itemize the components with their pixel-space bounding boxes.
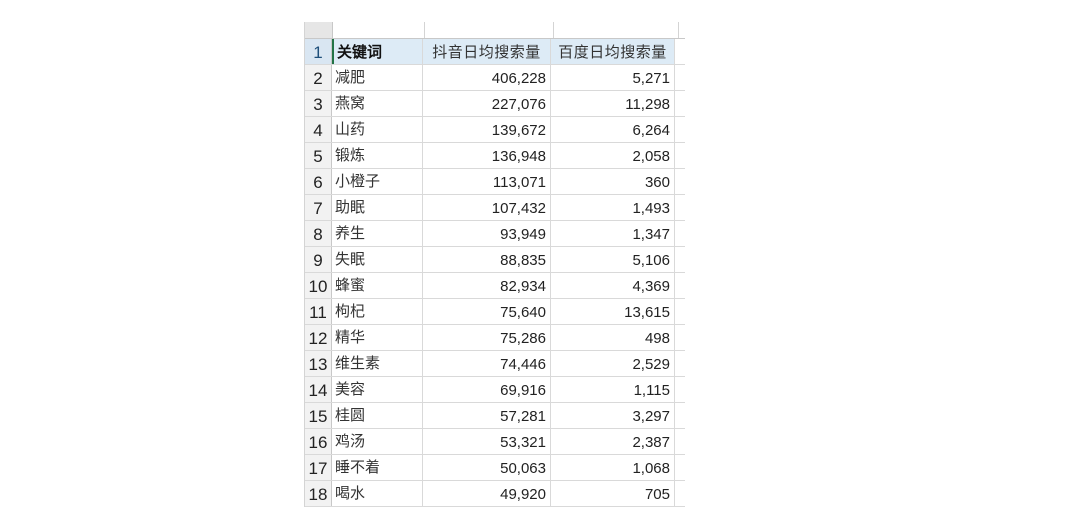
- column-header-c[interactable]: [554, 22, 679, 38]
- keyword-cell[interactable]: 维生素: [332, 351, 423, 376]
- table-row: 5 锻炼 136,948 2,058: [305, 143, 685, 169]
- douyin-volume-cell[interactable]: 113,071: [423, 169, 551, 194]
- baidu-volume-cell[interactable]: 498: [551, 325, 675, 350]
- baidu-volume-cell[interactable]: 5,106: [551, 247, 675, 272]
- keyword-cell[interactable]: 枸杞: [332, 299, 423, 324]
- row-number[interactable]: 3: [305, 91, 332, 116]
- douyin-volume-cell[interactable]: 74,446: [423, 351, 551, 376]
- keyword-cell[interactable]: 喝水: [332, 481, 423, 506]
- baidu-volume-cell[interactable]: 2,387: [551, 429, 675, 454]
- column-header-b[interactable]: [425, 22, 554, 38]
- keyword-cell[interactable]: 减肥: [332, 65, 423, 90]
- keyword-cell[interactable]: 养生: [332, 221, 423, 246]
- table-row: 16 鸡汤 53,321 2,387: [305, 429, 685, 455]
- baidu-volume-cell[interactable]: 1,068: [551, 455, 675, 480]
- row-number[interactable]: 5: [305, 143, 332, 168]
- row-number[interactable]: 9: [305, 247, 332, 272]
- header-cell-douyin[interactable]: 抖音日均搜索量: [423, 39, 551, 64]
- keyword-cell[interactable]: 小橙子: [332, 169, 423, 194]
- keyword-cell[interactable]: 助眠: [332, 195, 423, 220]
- row-number[interactable]: 12: [305, 325, 332, 350]
- table-row: 9 失眠 88,835 5,106: [305, 247, 685, 273]
- douyin-volume-cell[interactable]: 75,640: [423, 299, 551, 324]
- table-row: 7 助眠 107,432 1,493: [305, 195, 685, 221]
- douyin-volume-cell[interactable]: 139,672: [423, 117, 551, 142]
- keyword-cell[interactable]: 失眠: [332, 247, 423, 272]
- select-all-corner[interactable]: [305, 22, 333, 38]
- table-row: 14 美容 69,916 1,115: [305, 377, 685, 403]
- baidu-volume-cell[interactable]: 2,529: [551, 351, 675, 376]
- row-number[interactable]: 8: [305, 221, 332, 246]
- douyin-volume-cell[interactable]: 107,432: [423, 195, 551, 220]
- douyin-volume-cell[interactable]: 49,920: [423, 481, 551, 506]
- table-row: 6 小橙子 113,071 360: [305, 169, 685, 195]
- row-number[interactable]: 16: [305, 429, 332, 454]
- baidu-volume-cell[interactable]: 11,298: [551, 91, 675, 116]
- douyin-volume-cell[interactable]: 57,281: [423, 403, 551, 428]
- douyin-volume-cell[interactable]: 69,916: [423, 377, 551, 402]
- row-number[interactable]: 6: [305, 169, 332, 194]
- keyword-cell[interactable]: 蜂蜜: [332, 273, 423, 298]
- douyin-volume-cell[interactable]: 53,321: [423, 429, 551, 454]
- row-number[interactable]: 15: [305, 403, 332, 428]
- douyin-volume-cell[interactable]: 50,063: [423, 455, 551, 480]
- baidu-volume-cell[interactable]: 360: [551, 169, 675, 194]
- table-row: 13 维生素 74,446 2,529: [305, 351, 685, 377]
- table-row: 17 睡不着 50,063 1,068: [305, 455, 685, 481]
- baidu-volume-cell[interactable]: 1,115: [551, 377, 675, 402]
- row-number[interactable]: 11: [305, 299, 332, 324]
- header-cell-keyword[interactable]: 关键词: [332, 39, 423, 64]
- baidu-volume-cell[interactable]: 2,058: [551, 143, 675, 168]
- douyin-volume-cell[interactable]: 75,286: [423, 325, 551, 350]
- baidu-volume-cell[interactable]: 5,271: [551, 65, 675, 90]
- table-row: 3 燕窝 227,076 11,298: [305, 91, 685, 117]
- baidu-volume-cell[interactable]: 1,347: [551, 221, 675, 246]
- keyword-cell[interactable]: 睡不着: [332, 455, 423, 480]
- baidu-volume-cell[interactable]: 6,264: [551, 117, 675, 142]
- column-header-a[interactable]: [333, 22, 425, 38]
- row-number[interactable]: 1: [305, 39, 332, 64]
- keyword-cell[interactable]: 锻炼: [332, 143, 423, 168]
- table-row: 11 枸杞 75,640 13,615: [305, 299, 685, 325]
- baidu-volume-cell[interactable]: 1,493: [551, 195, 675, 220]
- table-row: 2 减肥 406,228 5,271: [305, 65, 685, 91]
- douyin-volume-cell[interactable]: 406,228: [423, 65, 551, 90]
- row-number[interactable]: 17: [305, 455, 332, 480]
- douyin-volume-cell[interactable]: 136,948: [423, 143, 551, 168]
- baidu-volume-cell[interactable]: 4,369: [551, 273, 675, 298]
- douyin-volume-cell[interactable]: 88,835: [423, 247, 551, 272]
- table-row: 12 精华 75,286 498: [305, 325, 685, 351]
- header-cell-baidu[interactable]: 百度日均搜索量: [551, 39, 675, 64]
- table-row: 8 养生 93,949 1,347: [305, 221, 685, 247]
- table-body: 2 减肥 406,228 5,271 3 燕窝 227,076 11,298 4 山药 139,67…: [305, 65, 685, 507]
- row-number[interactable]: 13: [305, 351, 332, 376]
- spreadsheet-grid: 1 关键词 抖音日均搜索量 百度日均搜索量 2 减肥 406,228 5,271 3 燕窝…: [304, 22, 685, 507]
- keyword-cell[interactable]: 鸡汤: [332, 429, 423, 454]
- row-number[interactable]: 14: [305, 377, 332, 402]
- row-number[interactable]: 2: [305, 65, 332, 90]
- baidu-volume-cell[interactable]: 3,297: [551, 403, 675, 428]
- row-number[interactable]: 7: [305, 195, 332, 220]
- table-row: 18 喝水 49,920 705: [305, 481, 685, 507]
- row-number[interactable]: 4: [305, 117, 332, 142]
- table-row: 10 蜂蜜 82,934 4,369: [305, 273, 685, 299]
- table-row: 4 山药 139,672 6,264: [305, 117, 685, 143]
- keyword-cell[interactable]: 桂圆: [332, 403, 423, 428]
- keyword-cell[interactable]: 燕窝: [332, 91, 423, 116]
- douyin-volume-cell[interactable]: 227,076: [423, 91, 551, 116]
- douyin-volume-cell[interactable]: 93,949: [423, 221, 551, 246]
- baidu-volume-cell[interactable]: 13,615: [551, 299, 675, 324]
- keyword-cell[interactable]: 美容: [332, 377, 423, 402]
- table-row: 15 桂圆 57,281 3,297: [305, 403, 685, 429]
- table-header-row: 1 关键词 抖音日均搜索量 百度日均搜索量: [305, 39, 685, 65]
- keyword-cell[interactable]: 精华: [332, 325, 423, 350]
- douyin-volume-cell[interactable]: 82,934: [423, 273, 551, 298]
- row-number[interactable]: 10: [305, 273, 332, 298]
- keyword-cell[interactable]: 山药: [332, 117, 423, 142]
- row-number[interactable]: 18: [305, 481, 332, 506]
- column-header-strip: [305, 22, 685, 39]
- baidu-volume-cell[interactable]: 705: [551, 481, 675, 506]
